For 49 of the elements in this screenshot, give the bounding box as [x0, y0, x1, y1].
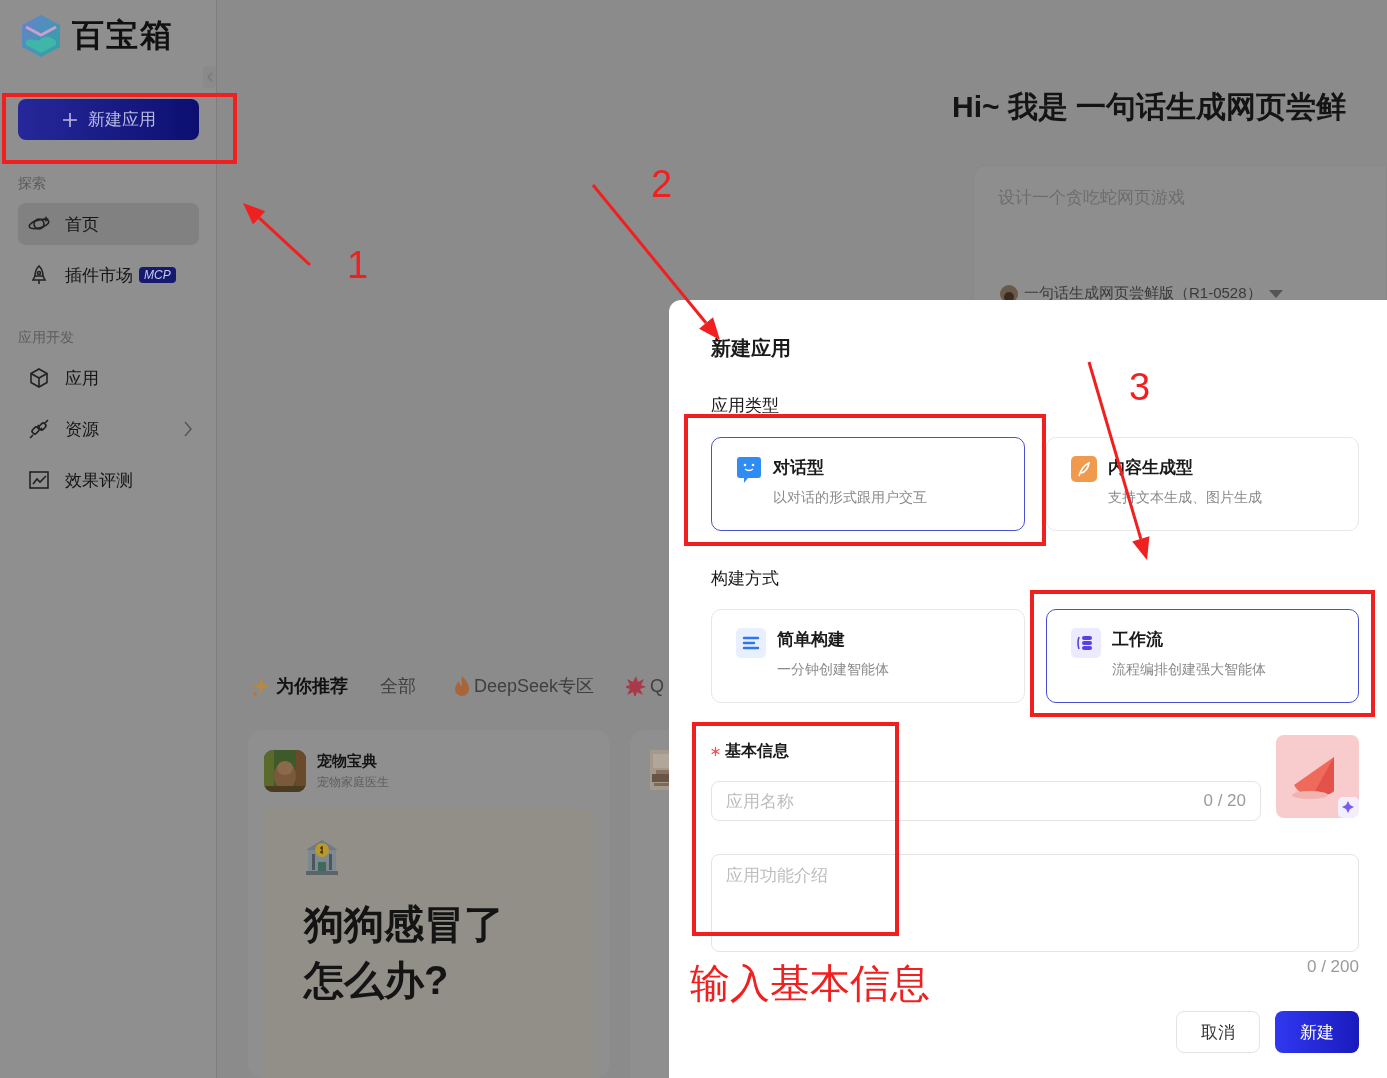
category-tab[interactable]: DeepSeek专区	[454, 670, 595, 702]
create-button[interactable]: 新建	[1275, 1011, 1359, 1053]
plug-icon	[28, 418, 50, 440]
section-label: 基本信息	[725, 741, 789, 761]
category-tab[interactable]: Q	[626, 670, 665, 702]
badge: MCP	[139, 267, 176, 283]
plus-icon	[61, 111, 78, 128]
lines-icon	[736, 628, 766, 658]
greeting-heading: Hi~ 我是 一句话生成网页尝鲜	[952, 89, 1348, 125]
annotation-text: 输入基本信息	[690, 960, 930, 1007]
cancel-button[interactable]: 取消	[1176, 1011, 1260, 1053]
dialog-title: 新建应用	[711, 336, 792, 361]
app-name: 宠物宝典	[317, 751, 378, 771]
burst-icon	[626, 676, 647, 696]
nav-item[interactable]: 首页	[18, 203, 199, 245]
section-label: 构建方式	[711, 568, 780, 590]
option-title: 对话型	[773, 457, 825, 479]
logo-text: 百宝箱	[72, 16, 174, 55]
workflow-icon	[1071, 628, 1101, 658]
flame-icon	[454, 675, 470, 697]
option-card[interactable]: 工作流 流程编排创建强大智能体	[1046, 609, 1359, 703]
arrow	[243, 203, 311, 267]
section-label: 应用类型	[711, 395, 780, 417]
app-card[interactable]	[630, 730, 669, 1078]
character-counter: 0 / 200	[1306, 957, 1359, 977]
app-name-field[interactable]: 应用名称 0 / 20	[711, 781, 1261, 821]
cube-icon	[28, 367, 50, 389]
nav-item[interactable]: 插件市场 MCP	[18, 254, 199, 296]
bank-icon	[304, 838, 340, 876]
category-tab[interactable]: 全部	[380, 670, 416, 702]
poster-title: 狗狗感冒了 怎么办?	[304, 901, 505, 1004]
collapse-handle[interactable]	[203, 66, 216, 88]
chart-icon	[28, 469, 50, 491]
step-number: 3	[1129, 367, 1151, 407]
step-number: 2	[651, 164, 673, 204]
option-description: 流程编排创建强大智能体	[1112, 660, 1266, 679]
step-number: 1	[347, 245, 369, 285]
nav-item[interactable]: 效果评测	[18, 459, 199, 501]
nav-item[interactable]: 应用	[18, 357, 199, 399]
option-title: 简单构建	[777, 629, 846, 651]
category-tab[interactable]: 为你推荐	[250, 670, 348, 702]
option-title: 工作流	[1112, 629, 1164, 651]
option-description: 以对话的形式跟用户交互	[773, 488, 927, 507]
feather-icon	[1071, 456, 1097, 482]
nav-item[interactable]: 资源	[18, 408, 199, 450]
new-app-button[interactable]: 新建应用	[18, 99, 199, 140]
option-card[interactable]: 简单构建 一分钟创建智能体	[711, 609, 1025, 703]
option-card[interactable]: 对话型 以对话的形式跟用户交互	[711, 437, 1025, 531]
option-description: 一分钟创建智能体	[777, 660, 889, 679]
